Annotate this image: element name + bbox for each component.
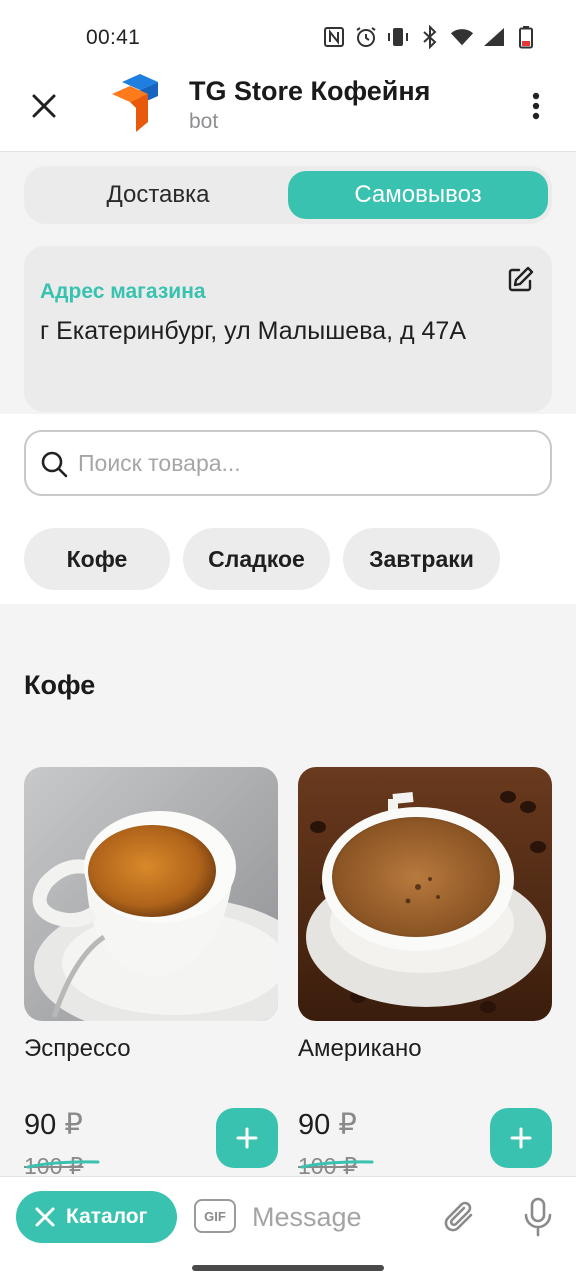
top-panel: Доставка Самовывоз Адрес магазина г Екат… bbox=[0, 152, 576, 414]
alarm-icon bbox=[354, 24, 378, 50]
close-button[interactable] bbox=[22, 84, 66, 128]
edit-icon bbox=[508, 266, 534, 292]
section-title: Кофе bbox=[24, 670, 96, 700]
product-name: Эспрессо bbox=[24, 1035, 131, 1062]
catalog-label: Каталог bbox=[66, 1205, 148, 1228]
bluetooth-icon bbox=[418, 24, 442, 50]
product-name: Американо bbox=[298, 1035, 422, 1062]
search-input[interactable] bbox=[78, 442, 538, 484]
battery-icon bbox=[514, 24, 538, 50]
add-to-cart-button[interactable] bbox=[216, 1108, 278, 1168]
app-header: TG Store Кофейня bot bbox=[0, 74, 576, 152]
close-icon bbox=[32, 94, 56, 118]
old-price-strike bbox=[26, 1160, 100, 1169]
more-menu-button[interactable] bbox=[518, 84, 554, 128]
catalog-top: Кофе Сладкое Завтраки bbox=[0, 414, 576, 604]
price-value: 90 bbox=[24, 1109, 57, 1141]
espresso-image[interactable] bbox=[24, 767, 278, 1021]
more-vertical-icon bbox=[532, 92, 540, 120]
bot-avatar[interactable] bbox=[108, 74, 164, 136]
bot-title: TG Store Кофейня bbox=[189, 76, 431, 106]
category-chip-breakfasts[interactable]: Завтраки bbox=[343, 528, 500, 590]
address-label: Адрес магазина bbox=[40, 280, 206, 303]
address-value: г Екатеринбург, ул Малышева, д 47А bbox=[40, 317, 467, 345]
home-indicator[interactable] bbox=[192, 1265, 384, 1271]
gif-button[interactable]: GIF bbox=[194, 1199, 236, 1233]
product-card[interactable]: Американо 90 ₽ 100 ₽ bbox=[298, 767, 552, 1179]
address-card: Адрес магазина г Екатеринбург, ул Малыше… bbox=[24, 246, 552, 412]
message-composer: Каталог GIF bbox=[0, 1176, 576, 1280]
plus-icon bbox=[510, 1127, 532, 1149]
wifi-icon bbox=[450, 24, 474, 50]
microphone-button[interactable] bbox=[516, 1195, 560, 1239]
bot-subtitle: bot bbox=[189, 110, 219, 133]
product-price: 90 ₽ bbox=[298, 1107, 357, 1142]
category-chip-coffee[interactable]: Кофе bbox=[24, 528, 170, 590]
category-chip-sweets[interactable]: Сладкое bbox=[183, 528, 330, 590]
toggle-pickup[interactable]: Самовывоз bbox=[288, 171, 548, 219]
close-icon bbox=[35, 1207, 55, 1227]
old-price-strike bbox=[300, 1160, 374, 1169]
vibrate-icon bbox=[386, 24, 410, 50]
toggle-delivery[interactable]: Доставка bbox=[28, 171, 288, 219]
paperclip-icon bbox=[444, 1201, 473, 1232]
catalog-button[interactable]: Каталог bbox=[16, 1191, 177, 1243]
plus-icon bbox=[236, 1127, 258, 1149]
status-time: 00:41 bbox=[86, 26, 141, 49]
search-box bbox=[24, 430, 552, 496]
product-price: 90 ₽ bbox=[24, 1107, 83, 1142]
edit-address-button[interactable] bbox=[504, 262, 538, 296]
microphone-icon bbox=[524, 1197, 552, 1237]
nfc-icon bbox=[322, 24, 346, 50]
delivery-toggle: Доставка Самовывоз bbox=[24, 166, 552, 224]
status-icons bbox=[322, 24, 538, 50]
signal-icon bbox=[482, 24, 506, 50]
add-to-cart-button[interactable] bbox=[490, 1108, 552, 1168]
message-input[interactable] bbox=[252, 1199, 422, 1235]
price-value: 90 bbox=[298, 1109, 331, 1141]
price-currency: ₽ bbox=[338, 1109, 357, 1141]
search-icon bbox=[41, 451, 68, 478]
category-chips: Кофе Сладкое Завтраки bbox=[24, 528, 500, 590]
americano-image[interactable] bbox=[298, 767, 552, 1021]
attach-button[interactable] bbox=[440, 1197, 480, 1237]
product-card[interactable]: Эспрессо 90 ₽ 100 ₽ bbox=[24, 767, 278, 1179]
status-bar: 00:41 bbox=[0, 0, 576, 78]
price-currency: ₽ bbox=[64, 1109, 83, 1141]
